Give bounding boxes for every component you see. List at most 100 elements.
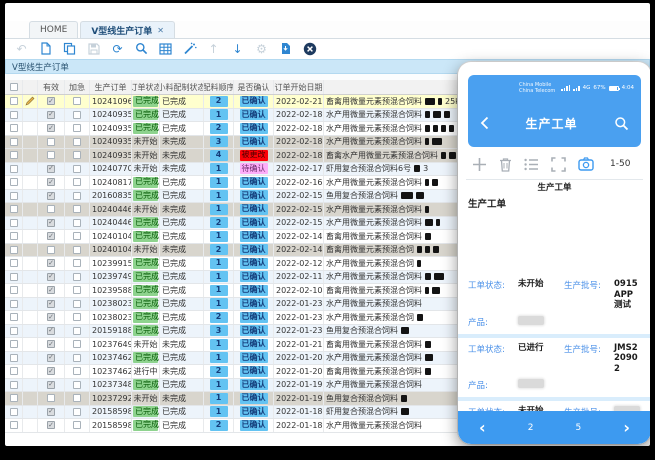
valid-checkbox[interactable]: ✓ [47,259,55,267]
valid-checkbox[interactable]: ✓ [47,219,55,227]
camera-icon[interactable] [578,157,594,171]
row-checkbox[interactable] [10,259,18,267]
valid-checkbox[interactable]: ✓ [47,327,55,335]
urgent-checkbox[interactable] [73,246,81,254]
copy-button[interactable] [62,41,77,56]
row-checkbox[interactable] [10,340,18,348]
save-button[interactable] [86,41,101,56]
work-order-item[interactable]: 工单状态:未开始生产批号:0915APP测试产品: [458,274,650,334]
urgent-checkbox[interactable] [73,111,81,119]
header-confirm[interactable]: 是否确认 [234,80,274,94]
valid-checkbox[interactable]: ✓ [47,367,55,375]
scan-frame-icon[interactable] [551,157,566,172]
header-order-status[interactable]: 订单状态 [132,80,160,94]
valid-checkbox[interactable]: ✓ [47,408,55,416]
valid-checkbox[interactable] [47,138,55,146]
header-batch-seq[interactable]: 配料顺序 [204,80,234,94]
page-number-a[interactable]: 2 [528,423,534,433]
valid-checkbox[interactable]: ✓ [47,178,55,186]
row-checkbox[interactable] [10,138,18,146]
urgent-checkbox[interactable] [73,138,81,146]
row-checkbox[interactable] [10,408,18,416]
row-checkbox[interactable] [10,273,18,281]
valid-checkbox[interactable]: ✓ [47,421,55,429]
phone-search-icon[interactable] [614,116,629,131]
urgent-checkbox[interactable] [73,165,81,173]
new-document-button[interactable] [38,41,53,56]
urgent-checkbox[interactable] [73,259,81,267]
urgent-checkbox[interactable] [73,178,81,186]
valid-checkbox[interactable]: ✓ [47,192,55,200]
list-icon[interactable] [524,158,539,171]
tab-production-orders[interactable]: V型线生产订单 ✕ [80,21,175,38]
urgent-checkbox[interactable] [73,340,81,348]
row-checkbox[interactable] [10,327,18,335]
valid-checkbox[interactable] [47,205,55,213]
header-urgent[interactable]: 加急 [65,80,90,94]
settings-button[interactable]: ⚙ [254,41,269,56]
row-checkbox[interactable] [10,97,18,105]
row-checkbox[interactable] [10,246,18,254]
row-checkbox[interactable] [10,421,18,429]
row-checkbox[interactable] [10,124,18,132]
close-window-button[interactable] [302,41,317,56]
urgent-checkbox[interactable] [73,151,81,159]
header-material-status[interactable]: 小料配制状态 [160,80,204,94]
header-order-no[interactable]: 生产订单 [90,80,132,94]
urgent-checkbox[interactable] [73,205,81,213]
urgent-checkbox[interactable] [73,313,81,321]
valid-checkbox[interactable]: ✓ [47,111,55,119]
search-button[interactable] [134,41,149,56]
refresh-button[interactable]: ⟳ [110,41,125,56]
urgent-checkbox[interactable] [73,300,81,308]
header-start-date[interactable]: 订单开始日期 [274,80,324,94]
urgent-checkbox[interactable] [73,286,81,294]
valid-checkbox[interactable]: ✓ [47,340,55,348]
row-checkbox[interactable] [10,178,18,186]
work-order-item[interactable]: 工单状态:已进行生产批号:JMS220902产品: [458,338,650,398]
urgent-checkbox[interactable] [73,124,81,132]
urgent-checkbox[interactable] [73,381,81,389]
add-icon[interactable] [472,157,487,172]
urgent-checkbox[interactable] [73,273,81,281]
urgent-checkbox[interactable] [73,421,81,429]
valid-checkbox[interactable]: ✓ [47,97,55,105]
row-checkbox[interactable] [10,165,18,173]
row-checkbox[interactable] [10,300,18,308]
tab-close-icon[interactable]: ✕ [157,26,164,35]
urgent-checkbox[interactable] [73,408,81,416]
table-view-button[interactable] [158,41,173,56]
delete-trash-icon[interactable] [499,157,512,172]
valid-checkbox[interactable] [47,394,55,402]
row-checkbox[interactable] [10,219,18,227]
valid-checkbox[interactable]: ✓ [47,165,55,173]
row-checkbox[interactable] [10,381,18,389]
valid-checkbox[interactable]: ✓ [47,286,55,294]
valid-checkbox[interactable]: ✓ [47,273,55,281]
valid-checkbox[interactable]: ✓ [47,300,55,308]
urgent-checkbox[interactable] [73,354,81,362]
page-number-b[interactable]: 5 [576,423,582,433]
row-checkbox[interactable] [10,367,18,375]
undo-button[interactable]: ↶ [14,41,29,56]
move-down-button[interactable]: ↓ [230,41,245,56]
row-checkbox[interactable] [10,394,18,402]
row-checkbox[interactable] [10,192,18,200]
valid-checkbox[interactable]: ✓ [47,124,55,132]
row-checkbox[interactable] [10,232,18,240]
filter-wand-button[interactable] [182,41,197,56]
prev-page-chevron-icon[interactable]: ‹ [479,420,486,436]
back-chevron-icon[interactable] [480,116,489,130]
valid-checkbox[interactable]: ✓ [47,381,55,389]
urgent-checkbox[interactable] [73,192,81,200]
urgent-checkbox[interactable] [73,97,81,105]
next-page-chevron-icon[interactable]: › [623,420,630,436]
row-checkbox[interactable] [10,313,18,321]
select-all-checkbox[interactable] [10,83,18,91]
valid-checkbox[interactable] [47,246,55,254]
urgent-checkbox[interactable] [73,219,81,227]
row-checkbox[interactable] [10,205,18,213]
urgent-checkbox[interactable] [73,232,81,240]
row-checkbox[interactable] [10,111,18,119]
urgent-checkbox[interactable] [73,367,81,375]
